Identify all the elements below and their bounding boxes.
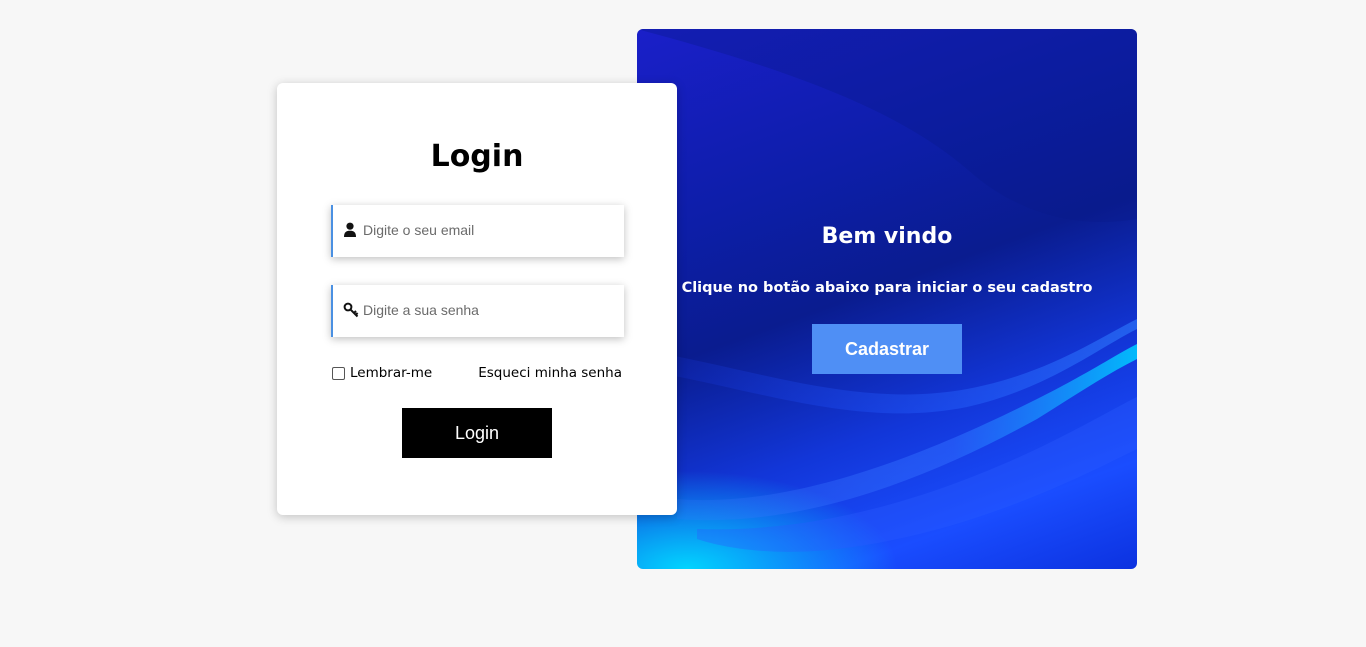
register-button[interactable]: Cadastrar xyxy=(812,324,962,374)
login-title: Login xyxy=(430,139,524,174)
email-field[interactable] xyxy=(331,205,624,257)
welcome-title: Bem vindo xyxy=(821,224,953,249)
remember-label: Lembrar-me xyxy=(350,365,433,381)
login-page: Bem vindo Clique no botão abaixo para in… xyxy=(0,0,1366,647)
key-icon xyxy=(343,302,359,318)
welcome-panel: Bem vindo Clique no botão abaixo para in… xyxy=(637,29,1137,569)
login-card: Login Lembrar-me Esqueci mi xyxy=(277,83,677,515)
remember-me[interactable]: Lembrar-me xyxy=(332,364,432,382)
wave-background xyxy=(637,29,1137,552)
remember-checkbox[interactable] xyxy=(332,366,345,380)
password-input[interactable] xyxy=(363,285,618,335)
login-button[interactable]: Login xyxy=(402,408,552,458)
forgot-password-link[interactable]: Esqueci minha senha xyxy=(478,364,622,382)
password-field[interactable] xyxy=(331,285,624,337)
user-icon xyxy=(343,222,357,238)
email-input[interactable] xyxy=(363,205,618,255)
welcome-text: Clique no botão abaixo para iniciar o se… xyxy=(681,280,1093,296)
